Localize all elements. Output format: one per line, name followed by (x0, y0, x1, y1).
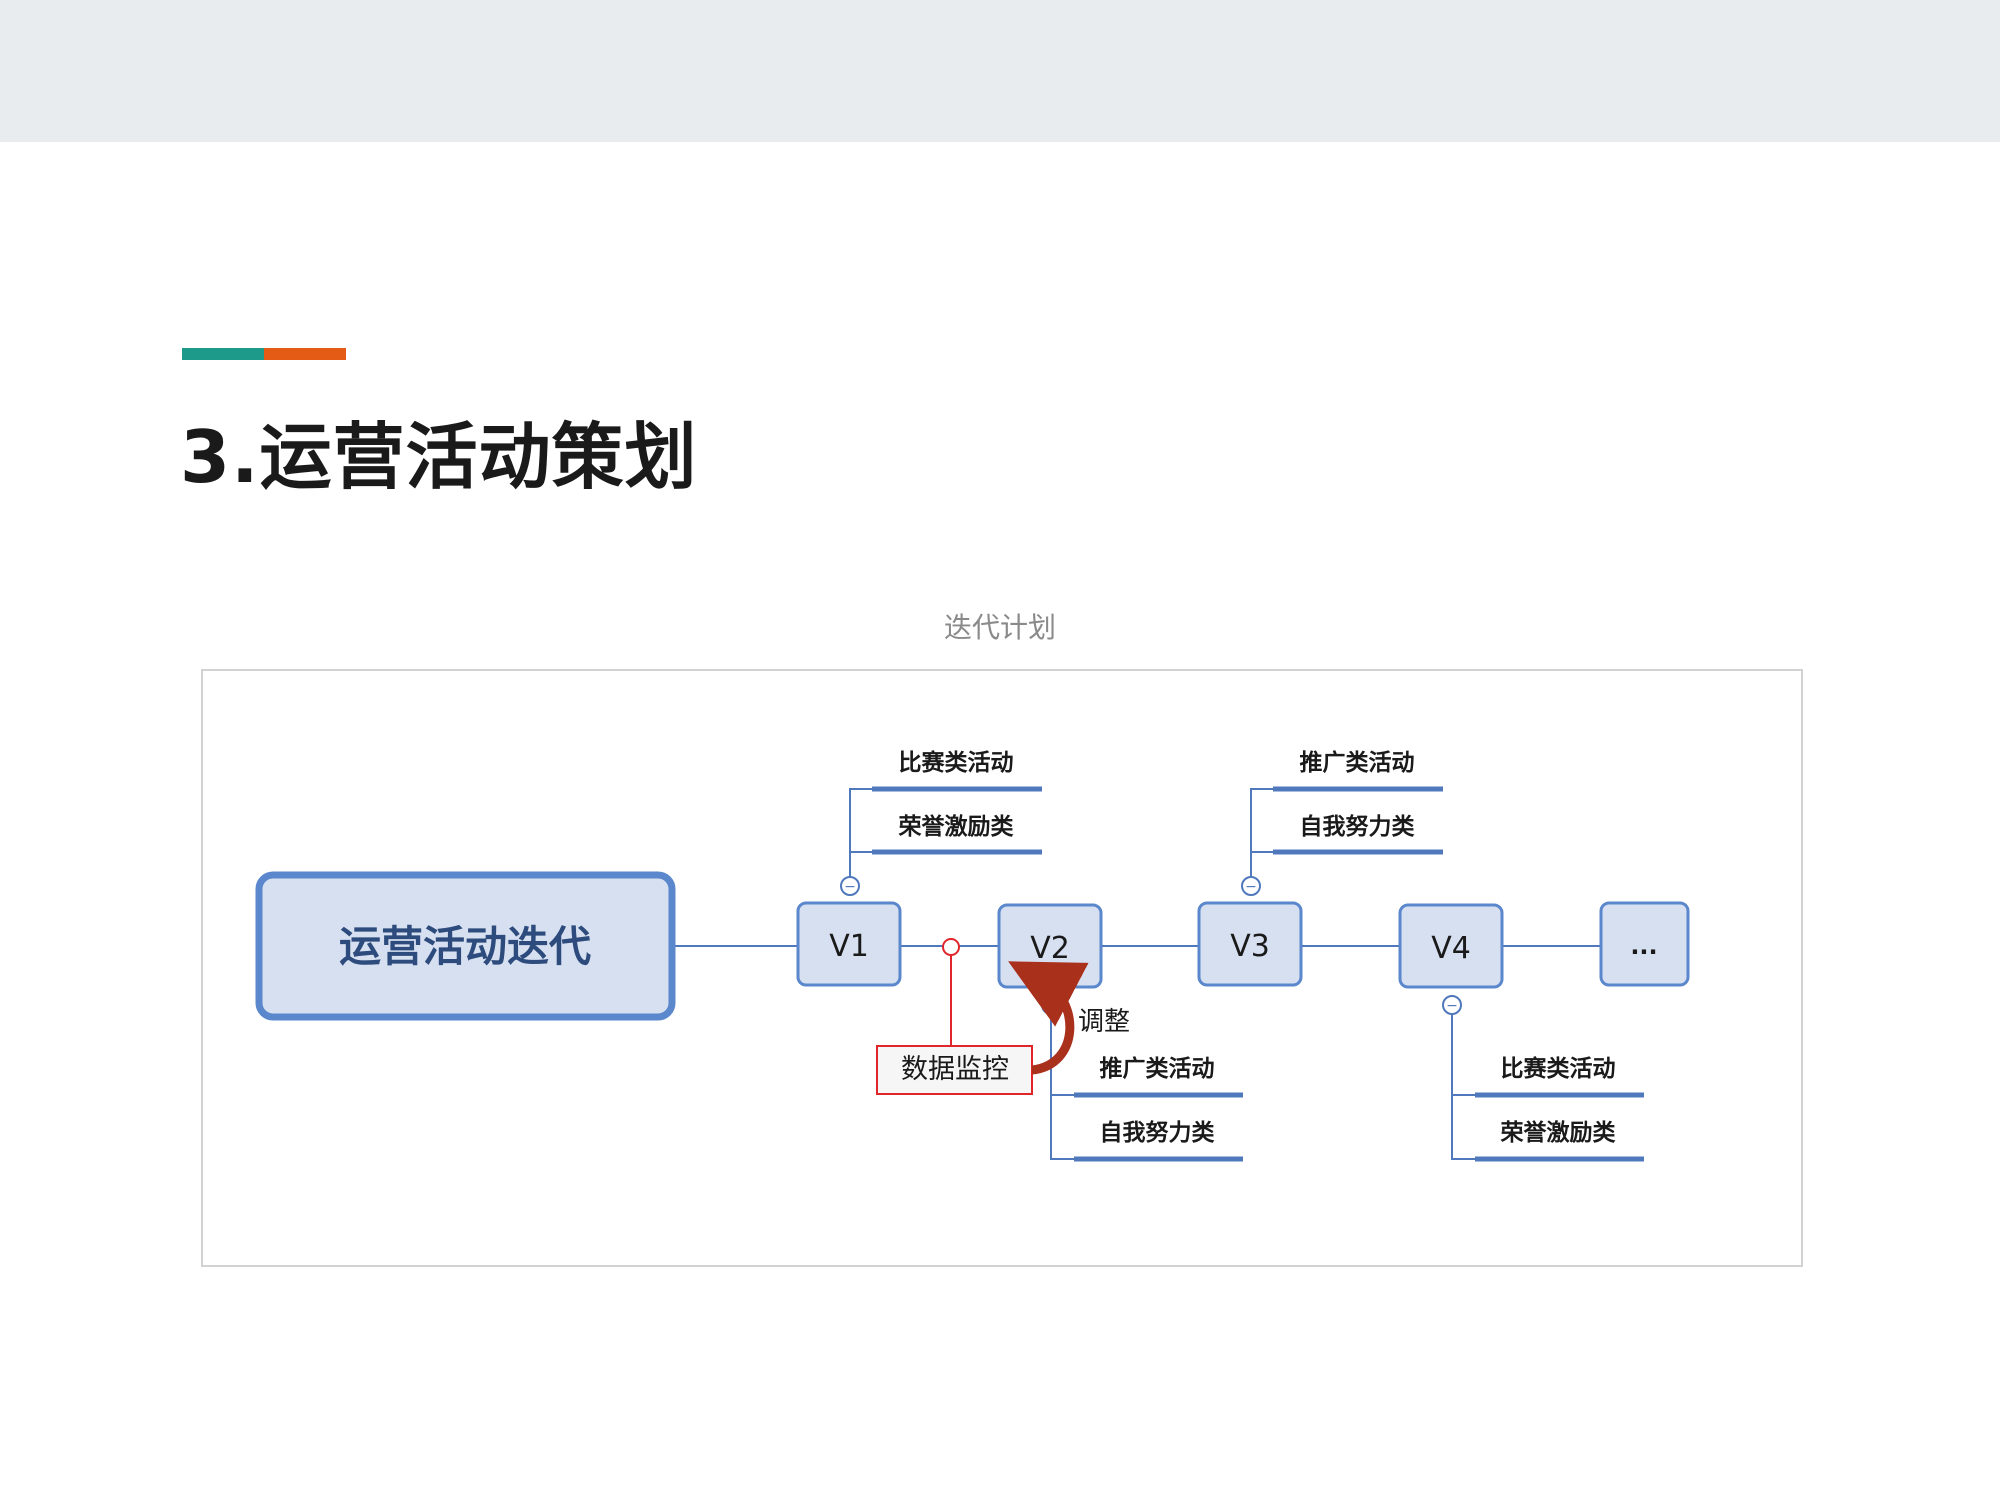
v3-collapse-toggle[interactable]: − (1241, 876, 1261, 896)
svg-text:...: ... (1630, 932, 1657, 960)
v3-branch-label: 自我努力类 (1300, 813, 1415, 840)
svg-text:−: − (1045, 998, 1057, 1014)
v4-branch-label: 荣誉激励类 (1500, 1119, 1616, 1146)
iteration-diagram: − 比赛类活动 荣誉激励类 − 推广类活动 自我努力类 − 推广类活动 自我努力… (255, 749, 1690, 1162)
version-node-v2[interactable]: V2 (997, 903, 1103, 989)
svg-text:−: − (1245, 879, 1257, 895)
version-node-v3[interactable]: V3 (1197, 901, 1303, 987)
v1-branch-label: 比赛类活动 (899, 749, 1014, 776)
monitor-connector (942, 938, 960, 1046)
version-node-v1[interactable]: V1 (796, 901, 902, 987)
version-node-v4[interactable]: V4 (1398, 903, 1504, 989)
v2-branch-label: 推广类活动 (1100, 1055, 1215, 1082)
svg-text:V3: V3 (1230, 929, 1270, 964)
svg-text:−: − (844, 879, 856, 895)
v3-branch-label: 推广类活动 (1300, 749, 1415, 776)
root-node[interactable]: 运营活动迭代 (255, 871, 676, 1021)
v1-branch-label: 荣誉激励类 (898, 813, 1014, 840)
data-monitor-label: 数据监控 (901, 1054, 1009, 1085)
data-monitor-node[interactable]: 数据监控 (876, 1045, 1033, 1095)
version-node-more[interactable]: ... (1599, 901, 1690, 987)
v4-collapse-toggle[interactable]: − (1442, 995, 1462, 1015)
v1-collapse-toggle[interactable]: − (840, 876, 860, 896)
root-node-label: 运营活动迭代 (339, 922, 591, 971)
v2-branch-label: 自我努力类 (1100, 1119, 1215, 1146)
svg-text:−: − (1446, 998, 1458, 1014)
svg-text:V4: V4 (1431, 931, 1471, 966)
svg-text:V2: V2 (1030, 931, 1070, 966)
v4-branch-label: 比赛类活动 (1501, 1055, 1616, 1082)
svg-text:V1: V1 (829, 929, 869, 964)
adjust-label: 调整 (1078, 1007, 1130, 1037)
